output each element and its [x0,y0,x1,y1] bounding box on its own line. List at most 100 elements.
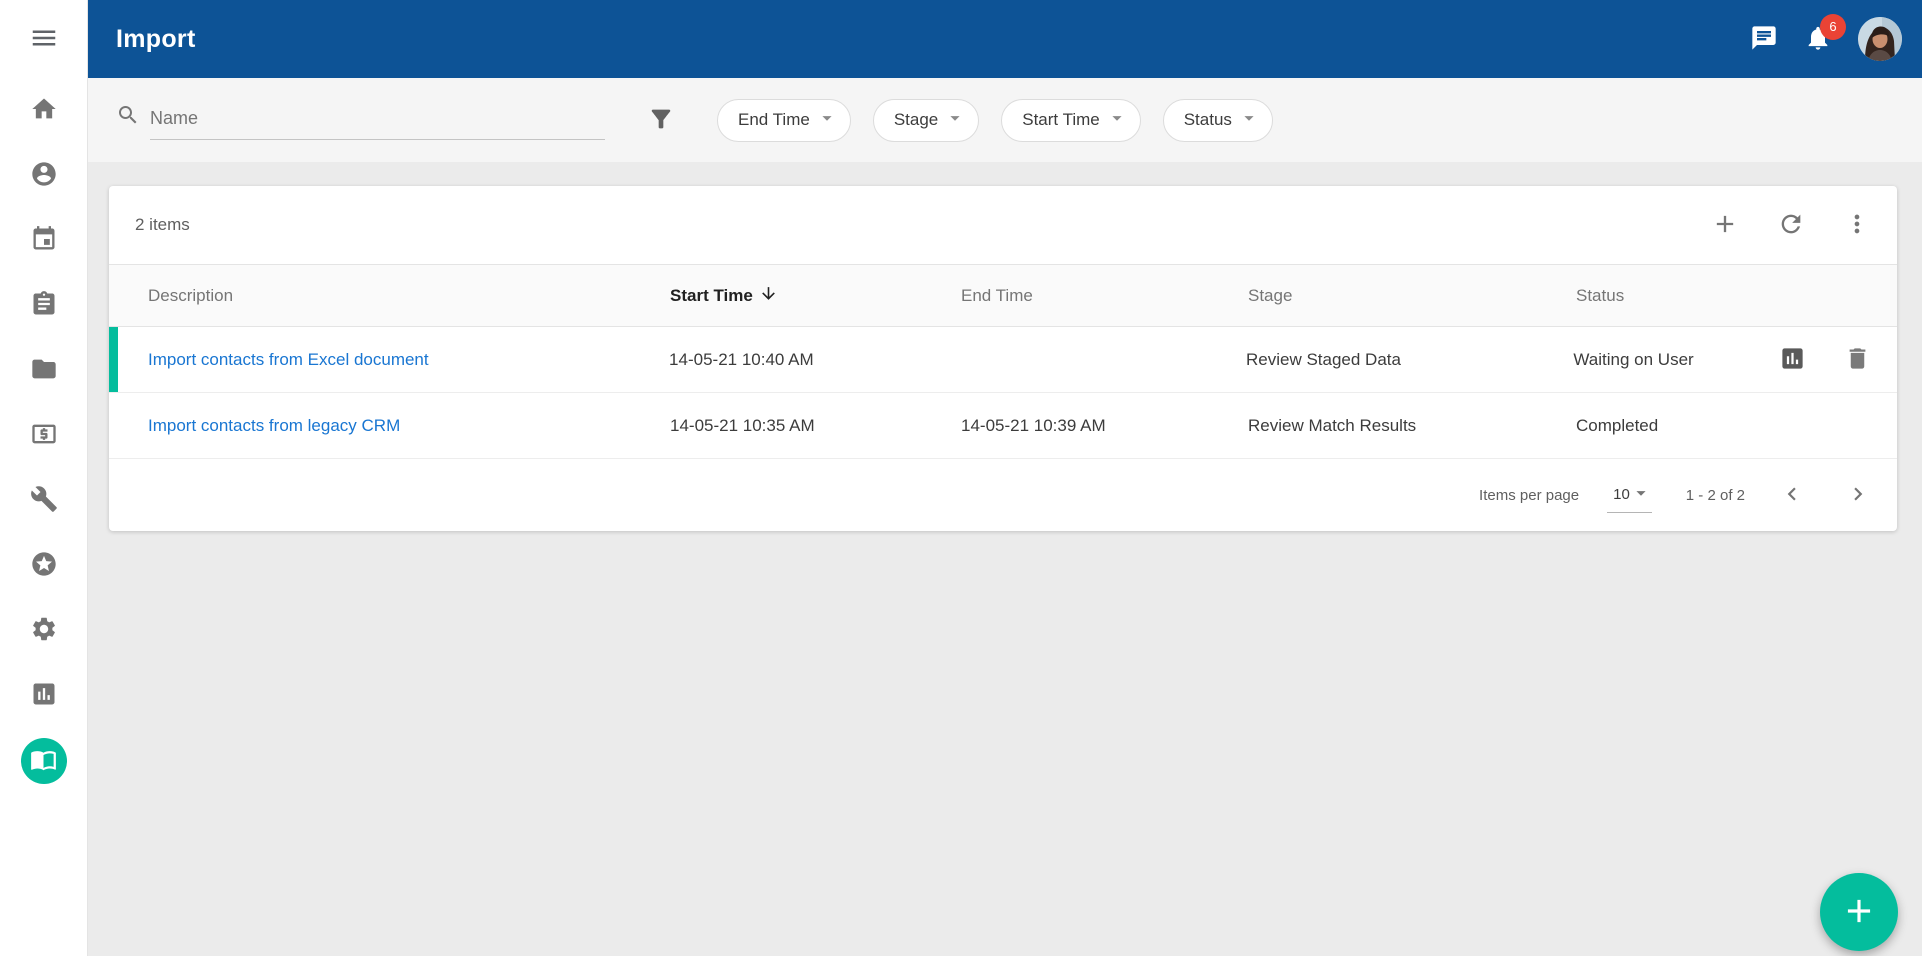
import-list-card: 2 items Description Start Time End Time … [109,186,1897,531]
items-per-page-label: Items per page [1479,486,1580,504]
paginator: Items per page 10 1 - 2 of 2 [109,459,1897,531]
search-input[interactable] [150,100,605,140]
folder-icon [30,355,58,386]
sidebar-item-billing[interactable] [0,403,88,468]
column-header-end-time[interactable]: End Time [961,286,1248,306]
chevron-down-icon [944,107,966,134]
topbar-actions: 6 [1750,13,1922,61]
chart-icon [1779,345,1806,375]
items-count: 2 items [135,215,190,234]
column-header-stage[interactable]: Stage [1248,286,1576,306]
person-icon [30,160,58,191]
more-options-button[interactable] [1843,210,1871,241]
row-report-button[interactable] [1779,345,1806,375]
column-header-description[interactable]: Description [109,286,670,306]
column-header-status[interactable]: Status [1576,286,1782,306]
import-link[interactable]: Import contacts from Excel document [148,350,429,369]
cell-status: Completed [1576,415,1659,435]
sidebar-item-reports[interactable] [0,663,88,728]
trash-icon [1844,345,1871,375]
chip-label: End Time [738,110,810,129]
sidebar-item-contacts[interactable] [0,143,88,208]
sidebar [0,0,88,956]
page-title: Import [116,24,196,53]
cell-stage: Review Staged Data [1245,349,1401,369]
bar-chart-icon [30,680,58,711]
page-size-select[interactable]: 10 [1607,478,1652,513]
star-icon [30,550,58,581]
chip-label: Stage [893,110,939,129]
cell-status: Waiting on User [1573,349,1694,369]
sidebar-item-calendar[interactable] [0,208,88,273]
cell-start-time: 14-05-21 10:40 AM [669,349,814,369]
chat-icon [1750,24,1778,55]
plus-icon [1840,892,1878,933]
refresh-icon [1777,210,1805,241]
messages-button[interactable] [1750,24,1778,55]
cell-description: Import contacts from legacy CRM [109,416,670,436]
wrench-icon [30,485,58,516]
next-page-button[interactable] [1845,481,1871,510]
sidebar-item-tools[interactable] [0,468,88,533]
sidebar-item-home[interactable] [0,78,88,143]
cell-description: Import contacts from Excel document [109,350,669,370]
sidebar-item-settings[interactable] [0,598,88,663]
previous-page-button[interactable] [1779,481,1805,510]
chevron-down-icon [1106,107,1128,134]
kebab-icon [1843,210,1871,241]
chevron-right-icon [1845,481,1871,510]
sort-arrow-down-icon [759,284,778,308]
page-size-value: 10 [1613,486,1630,503]
search-icon [116,103,140,140]
chevron-left-icon [1779,481,1805,510]
user-avatar[interactable] [1858,17,1902,61]
column-label: Status [1576,285,1625,305]
filter-bar: End Time Stage Start Time Status [88,78,1922,162]
filter-chips: End Time Stage Start Time Status [717,98,1273,142]
filter-button[interactable] [647,105,675,136]
sidebar-item-favorites[interactable] [0,533,88,598]
import-link[interactable]: Import contacts from legacy CRM [148,416,400,435]
column-label: End Time [961,285,1033,305]
sidebar-item-documents[interactable] [0,338,88,403]
column-label: Description [148,285,234,305]
top-app-bar: Import 6 [88,0,1922,78]
chevron-down-icon [816,107,838,134]
chevron-down-icon [1630,482,1652,508]
add-import-fab[interactable] [1820,873,1898,951]
add-item-button[interactable] [1711,210,1739,241]
column-label: Stage [1248,285,1293,305]
plus-icon [1711,210,1739,241]
sidebar-item-tasks[interactable] [0,273,88,338]
chip-label: Status [1183,110,1232,129]
cell-actions [1779,345,1897,375]
active-row-accent [109,327,118,392]
import-contacts-icon [30,746,57,776]
column-header-start-time[interactable]: Start Time [670,284,961,308]
cell-stage: Review Match Results [1248,415,1417,435]
active-item-circle [20,737,67,784]
filter-chip-end-time[interactable]: End Time [717,98,851,142]
toolbar-actions [1711,210,1871,241]
notification-badge: 6 [1820,13,1846,40]
table-row[interactable]: Import contacts from Excel document 14-0… [109,327,1897,393]
table-header-row: Description Start Time End Time Stage St… [109,264,1897,327]
notifications-button[interactable]: 6 [1804,13,1846,55]
refresh-button[interactable] [1777,210,1805,241]
calendar-icon [30,225,58,256]
column-label: Start Time [670,285,753,305]
hamburger-menu-button[interactable] [0,0,88,78]
settings-icon [30,615,58,646]
funnel-icon [647,105,675,136]
filter-chip-stage[interactable]: Stage [872,98,980,142]
home-icon [30,95,58,126]
table-row[interactable]: Import contacts from legacy CRM 14-05-21… [109,393,1897,459]
row-delete-button[interactable] [1844,345,1871,375]
filter-chip-status[interactable]: Status [1162,98,1273,142]
filter-chip-start-time[interactable]: Start Time [1001,98,1141,142]
cell-start-time: 14-05-21 10:35 AM [670,415,815,435]
page-range-label: 1 - 2 of 2 [1685,486,1745,504]
sidebar-item-import-active[interactable] [0,728,88,793]
clipboard-icon [30,290,58,321]
menu-icon [29,23,59,56]
